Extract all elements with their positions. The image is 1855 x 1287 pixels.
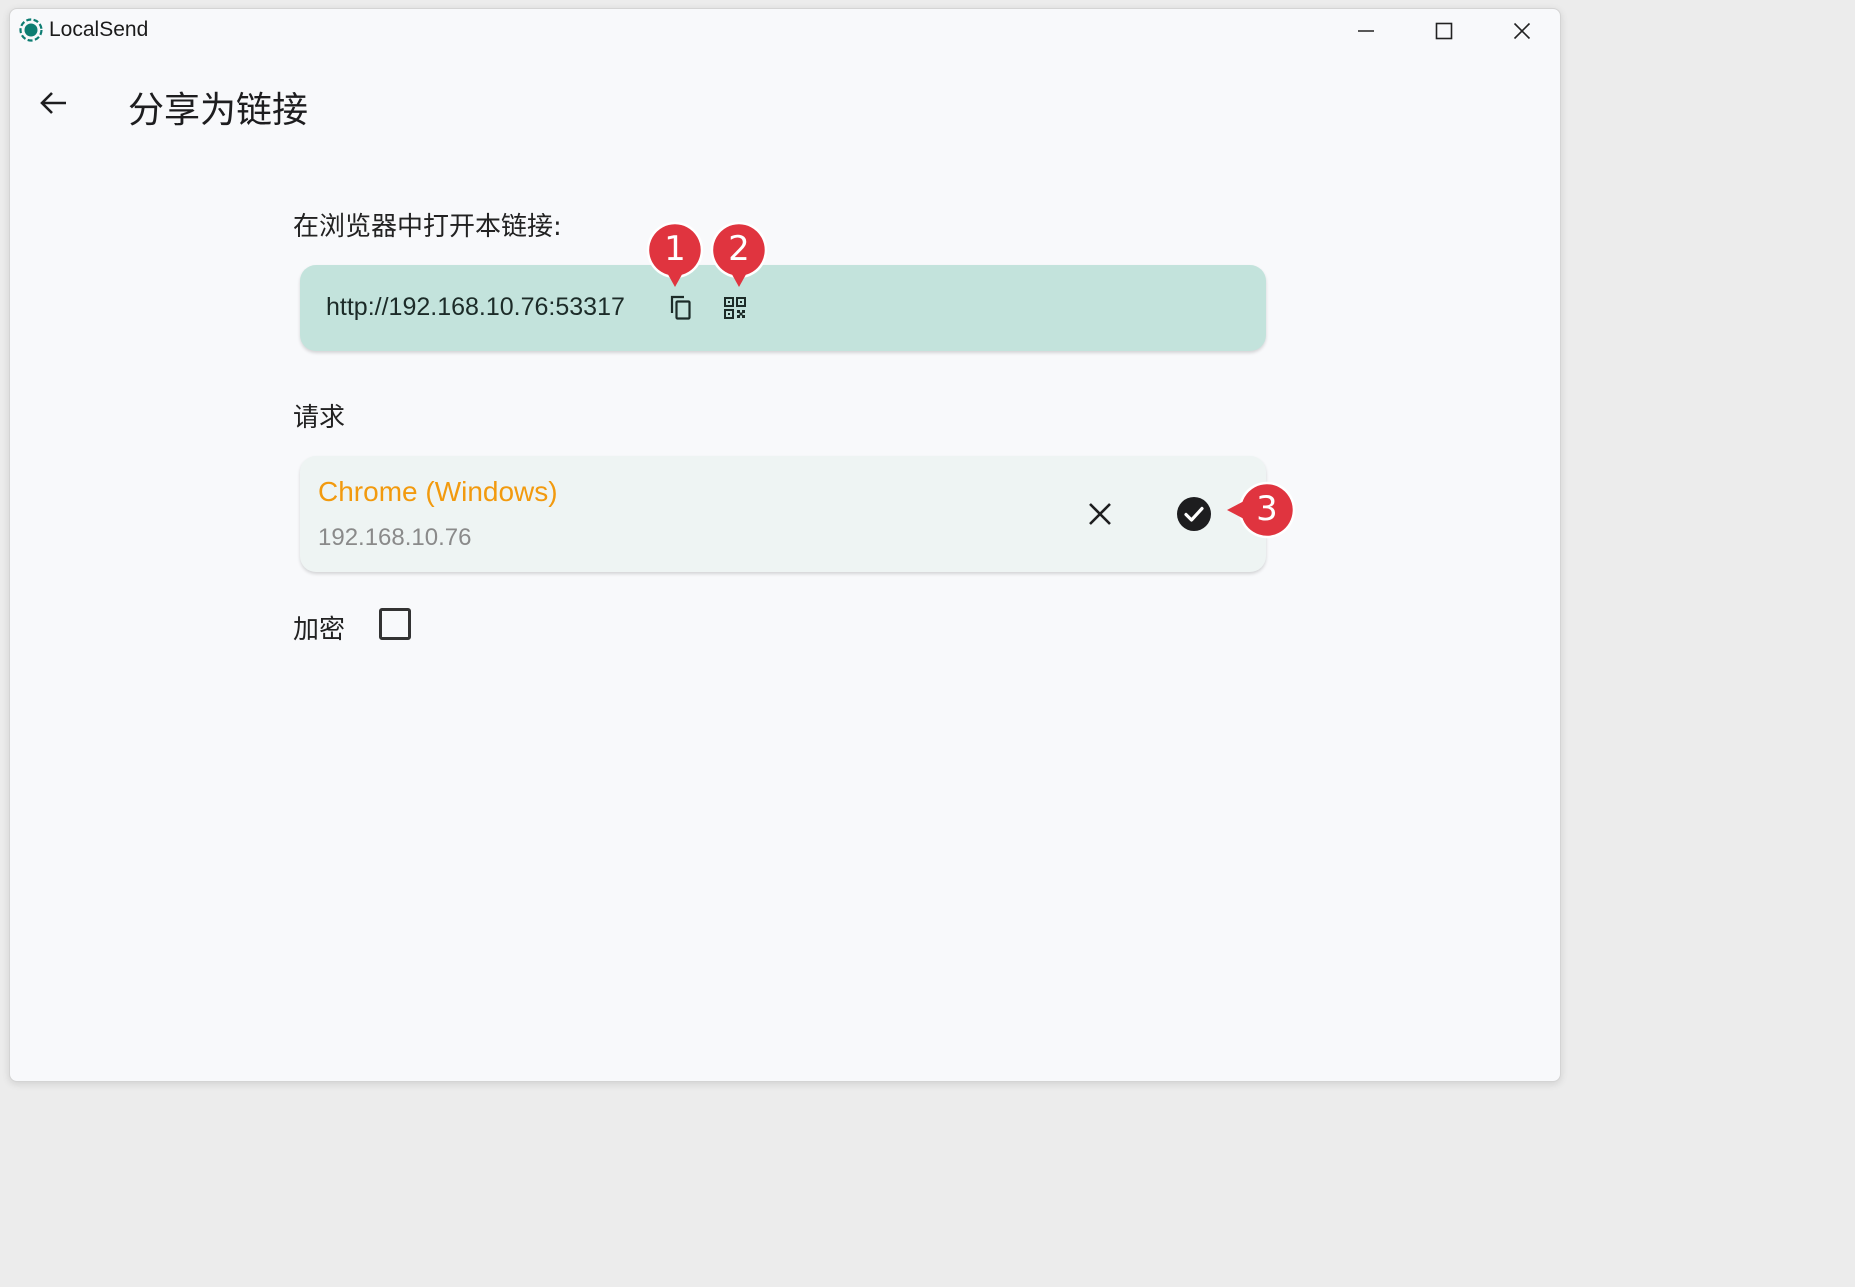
app-window: LocalSend 分享为链接 在浏览器中打开本链接: http://192.1… bbox=[9, 8, 1561, 1082]
request-device-ip: 192.168.10.76 bbox=[318, 524, 472, 551]
accept-request-button[interactable] bbox=[1172, 492, 1216, 536]
request-device-name: Chrome (Windows) bbox=[318, 476, 558, 507]
encryption-label: 加密 bbox=[293, 615, 346, 645]
minimize-icon bbox=[1358, 30, 1374, 32]
arrow-left-icon bbox=[40, 92, 66, 114]
encryption-checkbox[interactable] bbox=[379, 608, 411, 640]
annotation-number: 2 bbox=[728, 229, 750, 269]
decline-request-button[interactable] bbox=[1078, 492, 1122, 536]
annotation-marker-1: 1 bbox=[646, 221, 704, 291]
share-url[interactable]: http://192.168.10.76:53317 bbox=[326, 293, 625, 322]
close-icon bbox=[1513, 22, 1531, 40]
app-title: LocalSend bbox=[49, 18, 149, 41]
close-icon bbox=[1089, 503, 1111, 525]
copy-link-button[interactable] bbox=[662, 289, 700, 327]
annotation-number: 3 bbox=[1256, 489, 1278, 529]
minimize-button[interactable] bbox=[1328, 9, 1404, 53]
check-circle-icon bbox=[1177, 497, 1211, 531]
qr-code-icon bbox=[724, 297, 746, 319]
requests-section-label: 请求 bbox=[293, 403, 346, 433]
title-bar: LocalSend bbox=[10, 9, 1560, 53]
annotation-number: 1 bbox=[664, 229, 686, 269]
copy-icon bbox=[670, 295, 691, 320]
request-item: Chrome (Windows) 192.168.10.76 bbox=[300, 456, 1266, 572]
annotation-marker-3: 3 bbox=[1224, 481, 1296, 539]
annotation-marker-2: 2 bbox=[710, 221, 768, 291]
share-link-card: http://192.168.10.76:53317 bbox=[300, 265, 1266, 351]
back-button[interactable] bbox=[30, 79, 78, 127]
link-section-label: 在浏览器中打开本链接: bbox=[293, 212, 562, 242]
localsend-logo-icon bbox=[19, 18, 43, 42]
maximize-button[interactable] bbox=[1406, 9, 1482, 53]
qr-code-button[interactable] bbox=[716, 289, 754, 327]
page-title: 分享为链接 bbox=[128, 90, 309, 131]
maximize-icon bbox=[1435, 22, 1453, 40]
close-window-button[interactable] bbox=[1484, 9, 1560, 53]
